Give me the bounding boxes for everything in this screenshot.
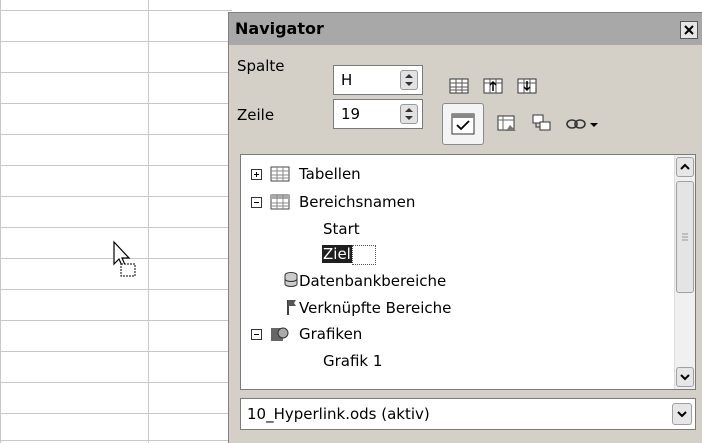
document-select[interactable]: 10_Hyperlink.ods (aktiv) [240,398,696,430]
grid-line [0,351,232,352]
start-icon[interactable] [482,75,504,97]
inline-edit-box[interactable] [351,244,376,265]
navigator-tree[interactable]: Tabellen Bereichsnamen Start Ziel Datenb… [240,154,696,390]
title-bar[interactable]: Navigator [229,13,702,45]
window-title: Navigator [235,19,324,38]
spin-arrows-icon [405,74,413,86]
collapse-icon[interactable] [251,329,262,340]
collapse-icon[interactable] [251,197,262,208]
grid-line [0,289,232,290]
grid-line [148,0,149,443]
grid-line [0,320,232,321]
spin-arrows-icon [405,108,413,120]
tree-label: Grafiken [299,325,363,343]
drag-mode-icon[interactable] [531,113,553,135]
tree-item-verknuepfte-bereiche[interactable]: Verknüpfte Bereiche [241,295,671,321]
chevron-down-icon [677,411,687,418]
tree-item-datenbankbereiche[interactable]: Datenbankbereiche [241,268,671,294]
contents-toggle-icon [451,113,475,135]
tree-label: Datenbankbereiche [299,272,447,290]
tree-label: Bereichsnamen [299,193,416,211]
graphics-icon [271,327,289,341]
row-label: Zeile [237,106,275,124]
grid-line [0,103,232,104]
grid-line [0,134,232,135]
grid-line [0,0,1,443]
tree-item-tabellen[interactable]: Tabellen [241,161,671,187]
scroll-thumb[interactable] [676,181,694,293]
row-spinfield[interactable]: 19 [333,99,423,129]
range-names-icon [270,194,290,210]
document-select-dropdown[interactable] [672,403,692,425]
document-select-value: 10_Hyperlink.ods (aktiv) [247,405,430,423]
tree-label-selected[interactable]: Ziel [322,245,352,263]
grid-line [0,440,232,441]
grip-icon [682,233,688,241]
end-icon[interactable] [516,75,538,97]
table-icon [270,166,290,182]
tree-scrollbar[interactable] [674,155,695,389]
tree-item-ziel[interactable]: Ziel [241,241,671,267]
tree-label: Verknüpfte Bereiche [299,299,452,317]
navigator-window: Navigator Spalte H Zeile 19 Tabellen Ber… [228,12,702,443]
tree-item-bereichsnamen[interactable]: Bereichsnamen [241,189,671,215]
grid-line [0,10,232,11]
grid-line [0,72,232,73]
chevron-up-icon [680,163,690,170]
scenarios-icon[interactable] [496,113,518,135]
grid-line [0,227,232,228]
contents-toggle-button[interactable] [442,103,484,145]
close-icon [684,25,694,35]
chevron-down-icon [680,374,690,381]
row-value[interactable]: 19 [341,105,360,123]
column-value[interactable]: H [341,71,352,89]
expand-icon[interactable] [251,169,262,180]
column-spinfield[interactable]: H [333,65,423,95]
data-area-icon[interactable] [448,75,470,97]
close-button[interactable] [680,21,698,39]
grid-line [0,413,232,414]
scroll-down-button[interactable] [676,367,694,387]
grid-line [0,196,232,197]
grid-line [0,165,232,166]
drag-copy-cursor-icon [113,240,136,277]
dropdown-arrow-icon[interactable] [589,120,599,130]
tree-item-start[interactable]: Start [241,216,671,242]
grid-line [0,41,232,42]
row-spin-buttons[interactable] [400,104,418,124]
link-icon[interactable] [565,113,587,135]
tree-item-grafik-1[interactable]: Grafik 1 [241,348,671,374]
tree-item-grafiken[interactable]: Grafiken [241,321,671,347]
tree-label: Start [323,220,360,238]
scroll-up-button[interactable] [676,157,694,177]
column-spin-buttons[interactable] [400,70,418,90]
grid-line [0,382,232,383]
tree-label: Tabellen [299,165,361,183]
column-label: Spalte [237,57,285,75]
tree-label: Grafik 1 [323,352,383,370]
